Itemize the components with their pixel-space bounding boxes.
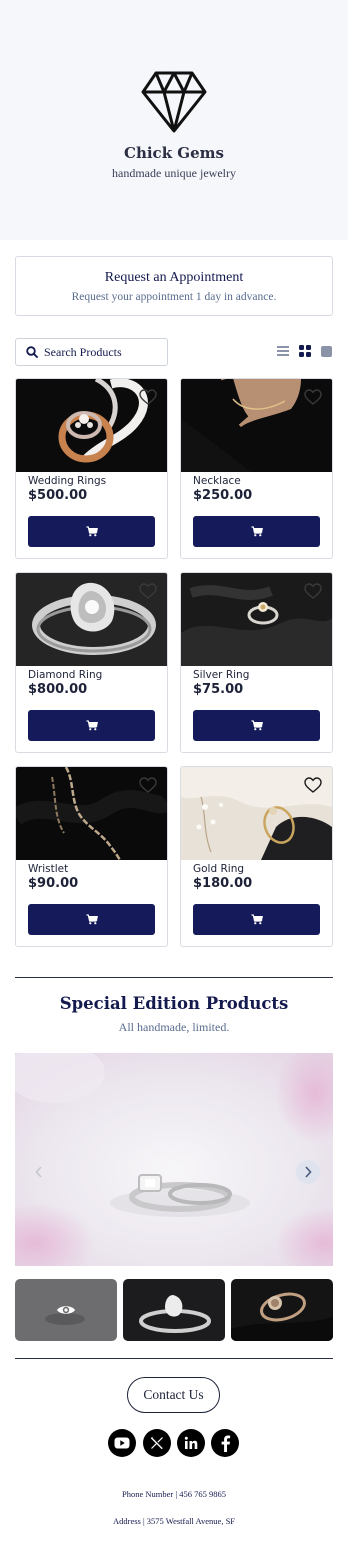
heart-icon[interactable] xyxy=(139,389,157,406)
carousel-thumbnail[interactable] xyxy=(123,1279,225,1341)
address: Address | 3575 Westfall Avenue, SF xyxy=(112,1516,236,1526)
add-to-cart-button[interactable] xyxy=(193,904,320,935)
large-view-icon[interactable] xyxy=(319,344,333,358)
product-price: $180.00 xyxy=(193,876,253,891)
x-link[interactable] xyxy=(143,1429,171,1457)
product-name: Silver Ring xyxy=(193,669,250,681)
cart-icon xyxy=(251,914,263,925)
brand-name: Chick Gems xyxy=(124,144,224,162)
facebook-link[interactable] xyxy=(211,1429,239,1457)
carousel-thumbnail[interactable] xyxy=(15,1279,117,1341)
header: Chick Gems handmade unique jewelry xyxy=(0,0,348,240)
add-to-cart-button[interactable] xyxy=(28,904,155,935)
eye-icon xyxy=(57,1306,75,1314)
product-price: $500.00 xyxy=(28,488,88,503)
phone-number: Phone Number | 456 765 9865 xyxy=(122,1489,226,1499)
add-to-cart-button[interactable] xyxy=(193,710,320,741)
brand-tagline: handmade unique jewelry xyxy=(112,166,236,180)
cart-icon xyxy=(251,526,263,537)
product-price: $90.00 xyxy=(28,876,79,891)
product-name: Wedding Rings xyxy=(28,475,107,487)
cart-icon xyxy=(86,720,98,731)
special-edition-subtitle: All handmade, limited. xyxy=(118,1020,230,1034)
product-name: Gold Ring xyxy=(193,863,245,875)
youtube-icon xyxy=(114,1437,130,1449)
list-view-icon[interactable] xyxy=(276,344,290,358)
x-icon xyxy=(150,1436,164,1450)
product-price: $800.00 xyxy=(28,682,88,697)
diamond-icon xyxy=(141,71,207,133)
product-card[interactable]: Gold Ring $180.00 xyxy=(180,766,333,947)
carousel-next-button[interactable] xyxy=(296,1160,320,1184)
linkedin-link[interactable] xyxy=(177,1429,205,1457)
search-box[interactable] xyxy=(15,338,168,366)
product-price: $250.00 xyxy=(193,488,253,503)
linkedin-icon xyxy=(184,1436,198,1449)
grid-view-icon[interactable] xyxy=(298,344,312,358)
chevron-right-icon xyxy=(305,1166,312,1178)
product-name: Diamond Ring xyxy=(28,669,103,681)
add-to-cart-button[interactable] xyxy=(193,516,320,547)
product-card[interactable]: Silver Ring $75.00 xyxy=(180,572,333,753)
appointment-subtitle: Request your appointment 1 day in advanc… xyxy=(71,291,277,303)
product-card[interactable]: Wristlet $90.00 xyxy=(15,766,168,947)
product-card[interactable]: Diamond Ring $800.00 xyxy=(15,572,168,753)
youtube-link[interactable] xyxy=(108,1429,136,1457)
cart-icon xyxy=(251,720,263,731)
cart-icon xyxy=(86,526,98,537)
carousel-image[interactable] xyxy=(15,1053,333,1266)
carousel-thumbnail[interactable] xyxy=(231,1279,333,1341)
product-price: $75.00 xyxy=(193,682,244,697)
chevron-left-icon xyxy=(35,1166,42,1178)
product-name: Wristlet xyxy=(28,863,69,875)
product-name: Necklace xyxy=(193,475,241,487)
appointment-box[interactable]: Request an Appointment Request your appo… xyxy=(15,256,333,316)
heart-icon[interactable] xyxy=(304,389,322,406)
carousel-prev-button[interactable] xyxy=(27,1160,51,1184)
search-input[interactable] xyxy=(44,344,162,360)
search-icon xyxy=(26,346,38,358)
appointment-title: Request an Appointment xyxy=(104,270,244,285)
product-card[interactable]: Necklace $250.00 xyxy=(180,378,333,559)
heart-icon[interactable] xyxy=(304,583,322,600)
contact-us-button[interactable]: Contact Us xyxy=(127,1377,220,1413)
thumbnail-image xyxy=(231,1279,333,1341)
heart-icon[interactable] xyxy=(139,777,157,794)
heart-icon[interactable] xyxy=(139,583,157,600)
special-edition-title: Special Edition Products xyxy=(59,994,289,1013)
thumbnail-image xyxy=(123,1279,225,1341)
add-to-cart-button[interactable] xyxy=(28,516,155,547)
section-divider xyxy=(15,977,333,978)
cart-icon xyxy=(86,914,98,925)
add-to-cart-button[interactable] xyxy=(28,710,155,741)
section-divider xyxy=(15,1358,333,1359)
facebook-icon xyxy=(221,1435,231,1452)
product-card[interactable]: Wedding Rings $500.00 xyxy=(15,378,168,559)
heart-icon[interactable] xyxy=(304,777,322,794)
